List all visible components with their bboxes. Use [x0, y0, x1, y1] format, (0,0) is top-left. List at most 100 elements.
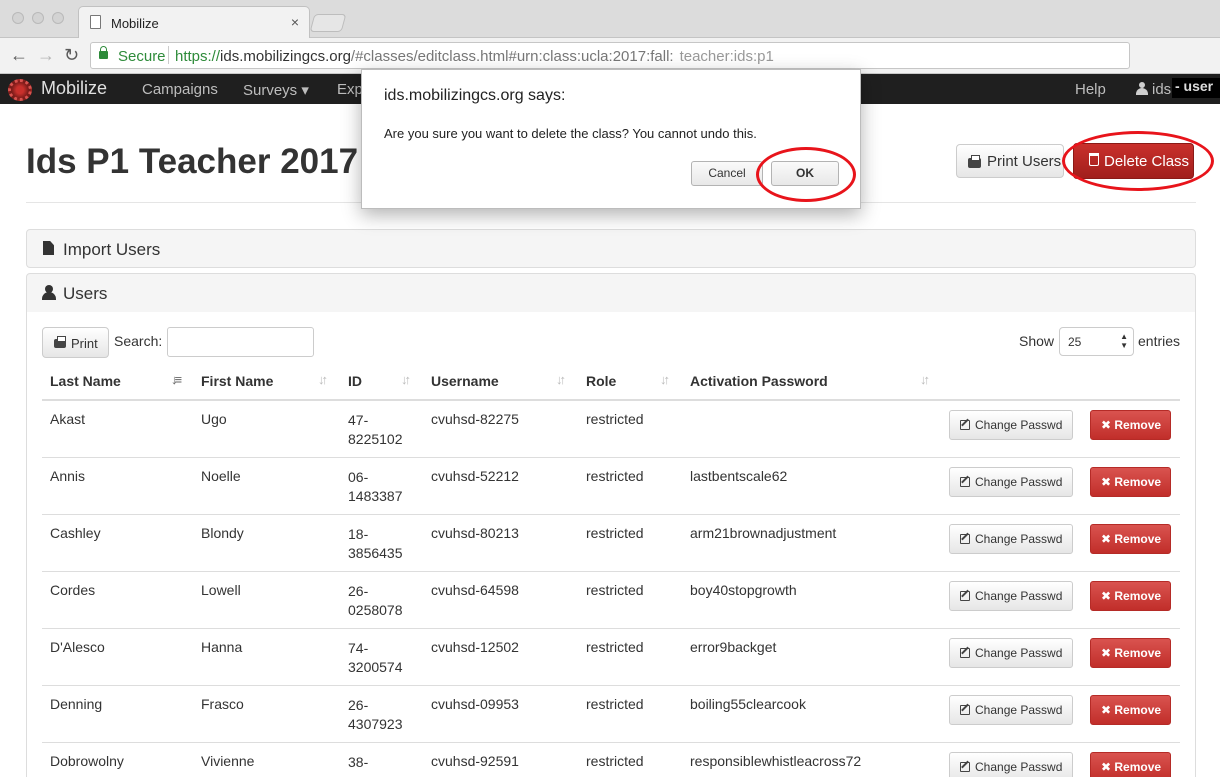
url-scheme: https://	[175, 48, 221, 65]
remove-label: ✖ Remove	[1101, 418, 1162, 432]
nav-explore[interactable]: Exp	[337, 81, 363, 98]
reload-icon[interactable]: ↻	[64, 46, 79, 64]
cell-last-name: Akast	[50, 411, 86, 427]
sort-asc-icon[interactable]: ↓≡	[171, 372, 182, 387]
nav-user-name[interactable]: ids	[1152, 81, 1171, 98]
nav-help[interactable]: Help	[1075, 81, 1106, 98]
cell-id-number: 1483387	[348, 488, 403, 504]
cell-username: cvuhsd-92591	[431, 753, 519, 769]
sort-icon[interactable]: ↓↑	[318, 372, 328, 387]
secure-label: Secure	[118, 48, 166, 65]
nav-surveys[interactable]: Surveys ▾	[243, 81, 309, 99]
remove-button[interactable]: ✖ Remove	[1090, 638, 1171, 668]
user-icon	[42, 285, 56, 300]
cell-last-name: Dobrowolny	[50, 753, 124, 769]
cell-activation-password: boiling55clearcook	[690, 696, 806, 712]
entries-select[interactable]: 25 ▲ ▼	[1059, 327, 1134, 356]
change-passwd-button[interactable]: Change Passwd	[949, 752, 1073, 777]
cell-username: cvuhsd-80213	[431, 525, 519, 541]
dialog-message: Are you sure you want to delete the clas…	[384, 126, 757, 141]
nav-campaigns[interactable]: Campaigns	[142, 81, 218, 98]
new-tab-button[interactable]	[309, 14, 347, 32]
remove-button[interactable]: ✖ Remove	[1090, 752, 1171, 777]
col-username[interactable]: Username	[431, 373, 499, 389]
sort-icon[interactable]: ↓↑	[556, 372, 566, 387]
window-minimize-dot[interactable]	[32, 12, 44, 24]
cancel-button[interactable]: Cancel	[691, 161, 763, 186]
col-activation-password[interactable]: Activation Password	[690, 373, 828, 389]
browser-tab[interactable]: Mobilize ×	[78, 6, 310, 38]
cell-id: 06- 1483387	[348, 468, 403, 506]
remove-button[interactable]: ✖ Remove	[1090, 524, 1171, 554]
file-icon	[43, 241, 54, 255]
remove-button[interactable]: ✖ Remove	[1090, 695, 1171, 725]
cell-role: restricted	[586, 582, 644, 598]
cell-role: restricted	[586, 639, 644, 655]
col-first-name[interactable]: First Name	[201, 373, 273, 389]
col-last-name[interactable]: Last Name	[50, 373, 121, 389]
edit-icon	[960, 534, 970, 544]
change-passwd-button[interactable]: Change Passwd	[949, 581, 1073, 611]
change-passwd-label: Change Passwd	[975, 589, 1063, 603]
change-passwd-label: Change Passwd	[975, 532, 1063, 546]
edit-icon	[960, 420, 970, 430]
print-users-button[interactable]: Print Users	[956, 144, 1064, 178]
import-users-title: Import Users	[63, 240, 161, 259]
edit-icon	[960, 477, 970, 487]
search-label: Search:	[114, 333, 163, 349]
col-role[interactable]: Role	[586, 373, 616, 389]
remove-button[interactable]: ✖ Remove	[1090, 581, 1171, 611]
back-arrow-icon[interactable]: ←	[10, 46, 28, 64]
cell-last-name: D'Alesco	[50, 639, 105, 655]
cell-role: restricted	[586, 468, 644, 484]
page-icon	[90, 15, 101, 29]
cell-last-name: Cordes	[50, 582, 96, 598]
cell-first-name: Lowell	[201, 582, 241, 598]
cell-id-prefix: 26-	[348, 583, 369, 599]
sort-icon[interactable]: ↓↑	[660, 372, 670, 387]
cell-last-name: Cashley	[50, 525, 101, 541]
remove-button[interactable]: ✖ Remove	[1090, 410, 1171, 440]
import-users-panel[interactable]: Import Users	[26, 229, 1196, 268]
cell-username: cvuhsd-64598	[431, 582, 519, 598]
change-passwd-button[interactable]: Change Passwd	[949, 695, 1073, 725]
mobilize-logo-icon[interactable]	[8, 79, 32, 101]
tab-title: Mobilize	[111, 16, 159, 31]
cell-activation-password: error9backget	[690, 639, 777, 655]
page-title: Ids P1 Teacher 2017	[26, 142, 359, 181]
change-passwd-button[interactable]: Change Passwd	[949, 467, 1073, 497]
remove-button[interactable]: ✖ Remove	[1090, 467, 1171, 497]
tab-close-icon[interactable]: ×	[291, 14, 299, 30]
sort-icon[interactable]: ↓↑	[401, 372, 411, 387]
col-id[interactable]: ID	[348, 373, 362, 389]
brand-name[interactable]: Mobilize	[41, 78, 107, 99]
change-passwd-button[interactable]: Change Passwd	[949, 410, 1073, 440]
cell-last-name: Denning	[50, 696, 103, 712]
remove-label: ✖ Remove	[1101, 646, 1162, 660]
cell-role: restricted	[586, 525, 644, 541]
url-tail: teacher:ids:p1	[679, 48, 774, 65]
cell-activation-password: arm21brownadjustment	[690, 525, 837, 541]
printer-icon	[54, 336, 66, 348]
entries-label: entries	[1138, 333, 1181, 349]
window-close-dot[interactable]	[12, 12, 24, 24]
table-row: Cordes Lowell cvuhsd-64598 restricted boy40s…	[42, 572, 1180, 629]
search-input[interactable]	[167, 327, 314, 357]
cell-first-name: Vivienne	[201, 753, 255, 769]
change-passwd-button[interactable]: Change Passwd	[949, 524, 1073, 554]
cell-first-name: Ugo	[201, 411, 227, 427]
change-passwd-button[interactable]: Change Passwd	[949, 638, 1073, 668]
users-panel-header[interactable]: Users	[26, 273, 1196, 313]
user-icon	[1136, 82, 1148, 95]
address-bar[interactable]: Secure https://ids.mobilizingcs.org/#cla…	[90, 42, 1130, 69]
edit-icon	[960, 648, 970, 658]
cell-id-prefix: 38-	[348, 754, 369, 770]
print-button[interactable]: Print	[42, 327, 109, 358]
window-zoom-dot[interactable]	[52, 12, 64, 24]
url-text[interactable]: https://ids.mobilizingcs.org/#classes/ed…	[175, 48, 774, 65]
confirm-dialog: ids.mobilizingcs.org says: Are you sure …	[361, 69, 861, 209]
sort-icon[interactable]: ↓↑	[920, 372, 930, 387]
cell-id: 38-	[348, 753, 368, 772]
forward-arrow-icon[interactable]: →	[37, 46, 55, 64]
ok-callout-circle	[756, 147, 856, 202]
